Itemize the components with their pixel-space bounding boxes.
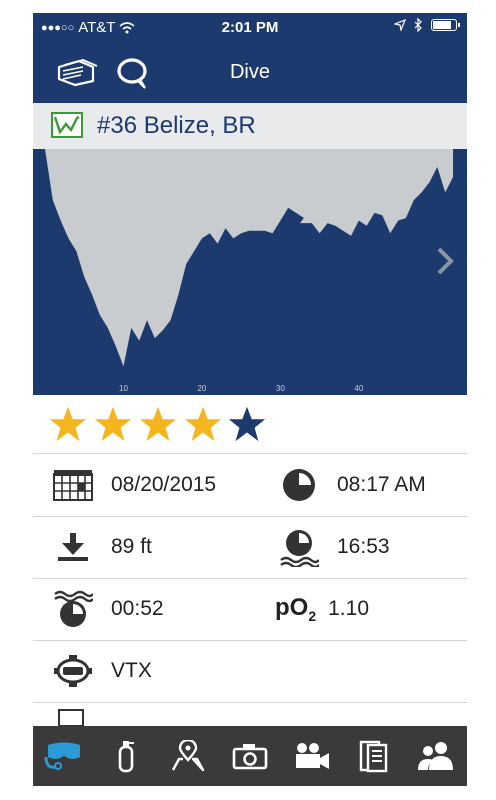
status-bar: ●●●○○ AT&T 2:01 PM — [33, 13, 467, 43]
camera-icon — [232, 744, 268, 770]
dive-start-time: 08:17 AM — [337, 473, 426, 496]
dive-profile-area — [45, 149, 453, 367]
clock-icon — [279, 465, 319, 505]
phone-screen: ●●●○○ AT&T 2:01 PM Dive #36 Belize, BR 1… — [33, 13, 467, 786]
dive-profile-chart[interactable]: 10 20 30 40 50 60 70 80 90 10 20 30 40 — [33, 149, 467, 395]
date-time-row: 08/20/2015 08:17 AM — [33, 454, 467, 517]
dive-date: 08/20/2015 — [111, 473, 217, 496]
computer-row: VTX — [33, 640, 467, 703]
y-tick-label: 50 — [35, 260, 44, 269]
dive-computer-icon — [53, 651, 93, 691]
dive-duration: 16:53 — [337, 535, 390, 558]
x-tick-label: 40 — [354, 384, 363, 393]
dive-header: #36 Belize, BR — [33, 103, 467, 150]
y-tick-label: 30 — [35, 209, 44, 218]
tab-bar — [33, 726, 467, 786]
tab-photos[interactable] — [219, 726, 281, 786]
tank-icon — [118, 741, 134, 773]
star-icon[interactable] — [94, 405, 132, 443]
surface-interval: 00:52 — [111, 597, 164, 620]
y-tick-label: 70 — [35, 311, 44, 320]
depth-duration-row: 89 ft 16:53 — [33, 516, 467, 579]
battery-icon — [431, 19, 460, 31]
y-tick-label: 20 — [35, 183, 44, 192]
x-tick-label: 10 — [119, 384, 128, 393]
tab-dive[interactable] — [33, 726, 95, 786]
tab-location[interactable] — [157, 726, 219, 786]
notes-icon — [359, 740, 388, 773]
star-icon[interactable] — [184, 405, 222, 443]
tab-gear[interactable] — [95, 726, 157, 786]
chevron-right-icon[interactable] — [437, 247, 454, 275]
dive-mask-icon — [44, 742, 80, 770]
tab-buddies[interactable] — [405, 726, 467, 786]
po2-label: pO2 — [275, 594, 317, 624]
max-depth-icon — [53, 527, 93, 567]
dive-profile-svg: 10 20 30 40 50 60 70 80 90 10 20 30 40 — [35, 149, 454, 393]
map-pin-icon — [171, 740, 205, 772]
star-icon[interactable] — [139, 405, 177, 443]
dive-profile-icon — [51, 112, 83, 143]
partial-row-icon — [58, 709, 84, 726]
y-tick-label: 40 — [35, 234, 44, 243]
po2-value: 1.10 — [328, 597, 369, 620]
video-camera-icon — [296, 743, 329, 769]
dive-title: #36 Belize, BR — [97, 112, 256, 139]
x-tick-label: 20 — [197, 384, 206, 393]
nav-bar: Dive — [33, 43, 467, 103]
y-tick-label: 90 — [35, 362, 44, 371]
tab-notes[interactable] — [343, 726, 405, 786]
bluetooth-icon — [414, 18, 422, 32]
dive-computer-name: VTX — [111, 659, 152, 682]
buddies-icon — [418, 742, 453, 770]
dive-duration-icon — [279, 527, 319, 567]
tab-videos[interactable] — [281, 726, 343, 786]
surface-po2-row: 00:52 pO2 1.10 — [33, 578, 467, 641]
max-depth: 89 ft — [111, 535, 152, 558]
y-tick-label: 10 — [35, 158, 44, 167]
y-tick-label: 60 — [35, 286, 44, 295]
star-icon[interactable] — [228, 405, 266, 443]
y-tick-label: 80 — [35, 337, 44, 346]
rating-stars[interactable] — [33, 395, 467, 454]
star-icon[interactable] — [49, 405, 87, 443]
nav-title: Dive — [229, 61, 270, 83]
location-arrow-icon — [394, 19, 406, 31]
x-tick-label: 30 — [276, 384, 285, 393]
calendar-icon — [53, 465, 93, 505]
surface-interval-icon — [53, 589, 93, 629]
